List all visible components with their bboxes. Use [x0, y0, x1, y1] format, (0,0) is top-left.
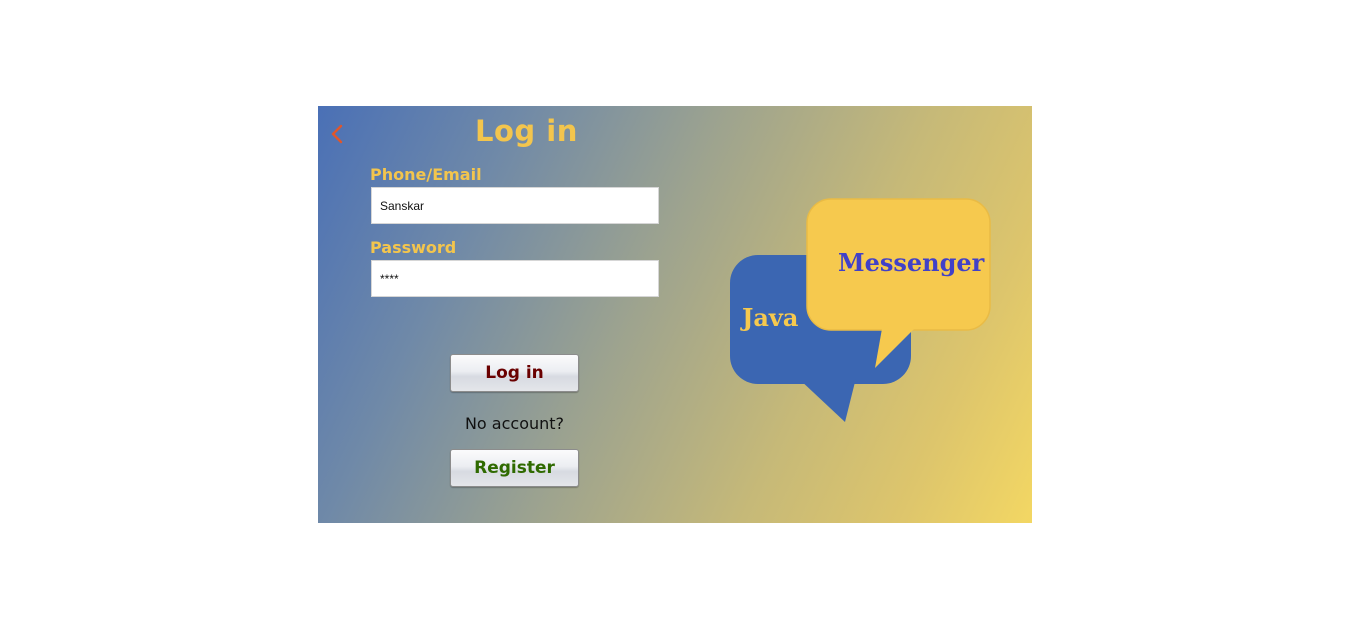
logo-java-text: Java — [740, 303, 798, 332]
register-button[interactable]: Register — [450, 449, 579, 487]
phone-email-label: Phone/Email — [370, 165, 482, 184]
password-label: Password — [370, 238, 457, 257]
page-title: Log in — [475, 114, 578, 148]
logo-messenger-text: Messenger — [838, 248, 985, 277]
back-arrow-icon[interactable] — [326, 122, 350, 146]
java-messenger-logo: Java Messenger — [730, 198, 991, 422]
login-button[interactable]: Log in — [450, 354, 579, 392]
login-window: Log in Phone/Email Password Log in No ac… — [318, 106, 1032, 523]
phone-email-input[interactable] — [371, 187, 659, 224]
no-account-text: No account? — [464, 414, 565, 433]
password-input[interactable] — [371, 260, 659, 297]
